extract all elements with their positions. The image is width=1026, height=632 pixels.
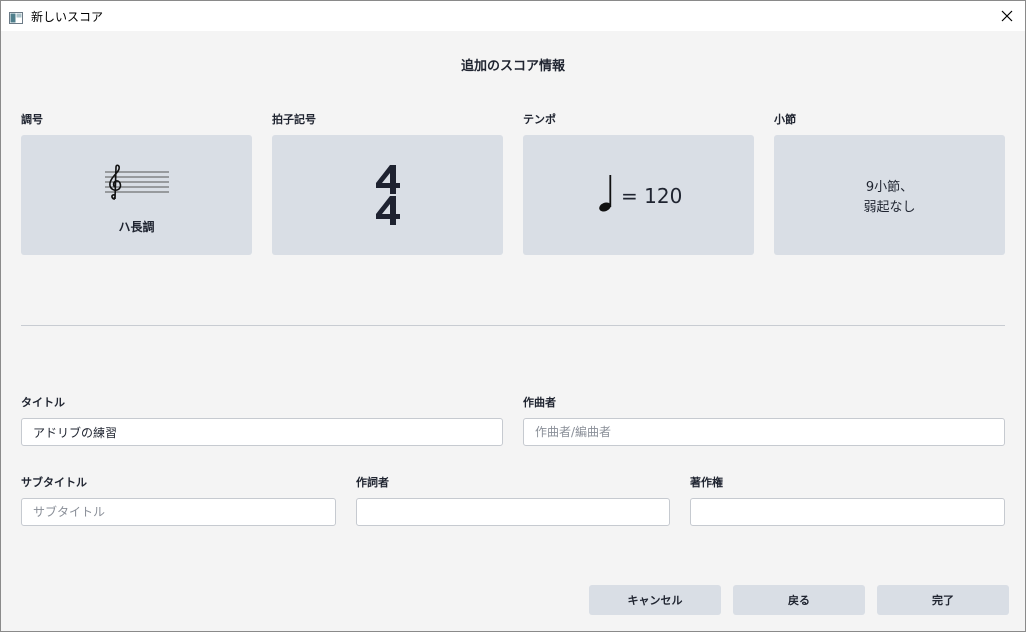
- treble-clef-staff-icon: [103, 163, 171, 205]
- pickup-measure: 弱起なし: [863, 200, 916, 215]
- back-button[interactable]: 戻る: [733, 585, 865, 615]
- close-button[interactable]: [989, 1, 1025, 31]
- measures-count: 9小節、: [865, 180, 914, 195]
- time-signature-label: 拍子記号: [272, 113, 316, 126]
- subtitle-input[interactable]: [21, 498, 336, 526]
- measures-card[interactable]: 9小節、 弱起なし: [774, 135, 1005, 255]
- tempo-value: = 120: [621, 184, 683, 208]
- quarter-note-icon: [599, 173, 615, 217]
- title-label: タイトル: [21, 396, 65, 409]
- lyricist-input[interactable]: [356, 498, 670, 526]
- finish-button[interactable]: 完了: [877, 585, 1009, 615]
- section-divider: [21, 325, 1005, 326]
- measures-summary: 9小節、 弱起なし: [774, 178, 1005, 218]
- dialog-heading: 追加のスコア情報: [460, 59, 565, 74]
- title-bar: 新しいスコア: [1, 1, 1025, 31]
- copyright-input[interactable]: [690, 498, 1005, 526]
- key-signature-label: 調号: [21, 113, 43, 126]
- title-input[interactable]: [21, 418, 503, 446]
- time-signature-4-4-icon: [373, 163, 403, 231]
- key-signature-value: ハ長調: [118, 220, 155, 234]
- app-window-icon: [9, 9, 23, 24]
- cancel-button[interactable]: キャンセル: [589, 585, 721, 615]
- window-title: 新しいスコア: [31, 10, 104, 24]
- close-icon: [1001, 7, 1013, 26]
- measures-label: 小節: [774, 113, 796, 126]
- tempo-label: テンポ: [523, 113, 556, 126]
- subtitle-label: サブタイトル: [21, 476, 87, 489]
- composer-label: 作曲者: [523, 396, 556, 409]
- composer-input[interactable]: [523, 418, 1005, 446]
- new-score-dialog: 新しいスコア 追加のスコア情報 調号 ハ長調 拍子記号 テンポ = 120 小節…: [0, 0, 1026, 632]
- time-signature-card[interactable]: [272, 135, 503, 255]
- tempo-card[interactable]: = 120: [523, 135, 754, 255]
- copyright-label: 著作権: [690, 476, 723, 489]
- lyricist-label: 作詞者: [356, 476, 389, 489]
- key-signature-card[interactable]: ハ長調: [21, 135, 252, 255]
